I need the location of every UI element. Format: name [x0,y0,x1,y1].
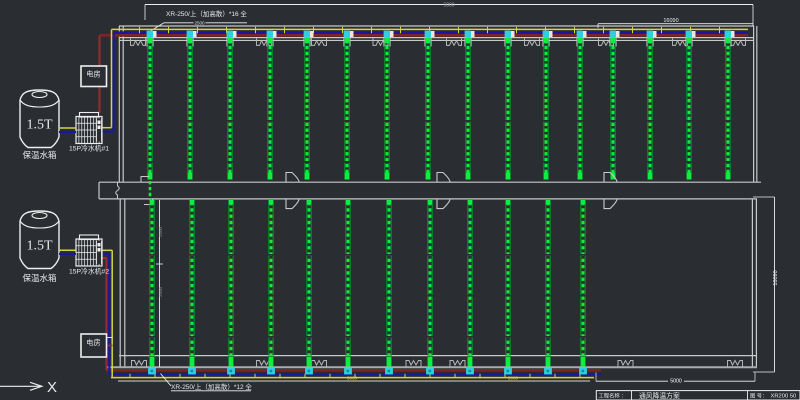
svg-text:5000: 5000 [347,375,358,380]
svg-text:16090: 16090 [773,270,779,285]
svg-text:XR200 50: XR200 50 [771,394,797,400]
svg-text:16090: 16090 [663,18,678,24]
svg-text:1.5T: 1.5T [26,118,53,133]
svg-text:15P冷水机#2: 15P冷水机#2 [69,267,109,276]
svg-text:通风降温方案: 通风降温方案 [639,391,680,400]
svg-text:1.5T: 1.5T [26,239,53,254]
svg-text:X: X [47,379,57,396]
svg-text:5000: 5000 [508,375,519,380]
svg-text:15P冷水机#1: 15P冷水机#1 [69,144,109,153]
svg-text:5000: 5000 [443,3,454,9]
svg-text:保温水箱: 保温水箱 [22,150,57,160]
svg-text:2500: 2500 [194,20,205,25]
svg-text:2500: 2500 [158,286,163,297]
svg-text:保温水箱: 保温水箱 [22,273,57,283]
svg-text:5000: 5000 [670,378,682,384]
svg-text:2500: 2500 [158,226,163,237]
svg-text:电房: 电房 [86,338,100,347]
svg-text:电房: 电房 [86,70,100,79]
svg-text:图 号：: 图 号： [750,392,767,400]
svg-text:工程名称 ：: 工程名称 ： [599,392,627,400]
svg-text:XR-250/上（加高散）*16 全: XR-250/上（加高散）*16 全 [166,9,247,18]
svg-text:XR-250/上（加高散）*12 全: XR-250/上（加高散）*12 全 [171,382,252,391]
